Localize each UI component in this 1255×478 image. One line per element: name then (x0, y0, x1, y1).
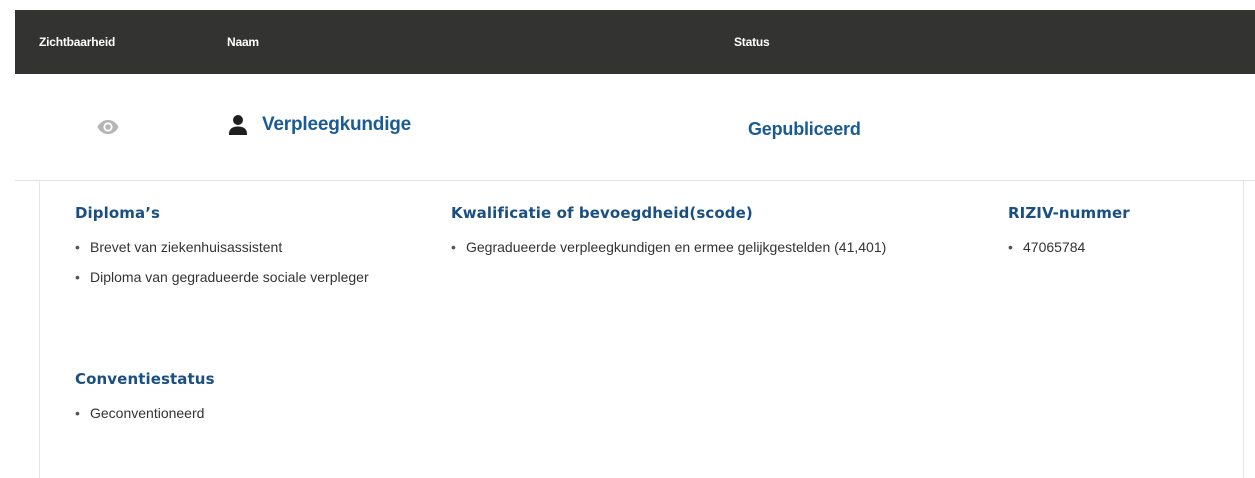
page: Zichtbaarheid Naam Status Verpleegkundig… (0, 0, 1255, 478)
status-value: Gepubliceerd (748, 119, 861, 139)
details-panel: Diploma’s Brevet van ziekenhuisassistent… (39, 181, 1244, 478)
list-item: 47065784 (1008, 239, 1130, 255)
list-item: Geconventioneerd (75, 405, 215, 421)
riziv-list: 47065784 (1008, 239, 1130, 255)
person-icon (228, 114, 248, 136)
riziv-heading: RIZIV-nummer (1008, 204, 1130, 222)
list-item: Brevet van ziekenhuisassistent (75, 239, 369, 255)
column-header-name: Naam (227, 35, 259, 49)
table-row[interactable]: Verpleegkundige Gepubliceerd (15, 74, 1255, 181)
diplomas-section: Diploma’s Brevet van ziekenhuisassistent… (75, 204, 369, 299)
diplomas-list: Brevet van ziekenhuisassistent Diploma v… (75, 239, 369, 285)
qualification-list: Gegradueerde verpleegkundigen en ermee g… (451, 239, 886, 255)
column-header-status: Status (734, 35, 770, 49)
eye-icon[interactable] (97, 119, 119, 135)
convention-section: Conventiestatus Geconventioneerd (75, 370, 215, 435)
column-header-visibility: Zichtbaarheid (39, 35, 116, 49)
qualification-section: Kwalificatie of bevoegdheid(scode) Gegra… (451, 204, 886, 269)
name-link[interactable]: Verpleegkundige (262, 114, 411, 136)
qualification-heading: Kwalificatie of bevoegdheid(scode) (451, 204, 753, 222)
convention-list: Geconventioneerd (75, 405, 215, 421)
list-item: Gegradueerde verpleegkundigen en ermee g… (451, 239, 886, 255)
convention-heading: Conventiestatus (75, 370, 215, 388)
diplomas-heading: Diploma’s (75, 204, 161, 222)
list-item: Diploma van gegradueerde sociale verpleg… (75, 269, 369, 285)
riziv-section: RIZIV-nummer 47065784 (1008, 204, 1130, 269)
table-header: Zichtbaarheid Naam Status (15, 10, 1255, 74)
